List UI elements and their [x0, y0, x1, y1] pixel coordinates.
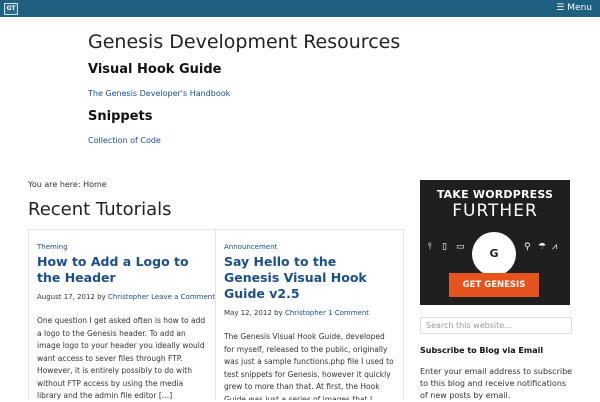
post-date: August 17, 2012 [37, 293, 95, 301]
resource-heading-hook-guide: Visual Hook Guide [88, 62, 222, 77]
site-logo[interactable]: GT [4, 3, 18, 15]
post-excerpt: The Genesis Visual Hook Guide, developed… [224, 332, 394, 400]
post-comments-link[interactable]: 1 Comment [328, 309, 369, 317]
promo-headline: TAKE WORDPRESS [436, 188, 554, 201]
post-by: by [97, 293, 106, 301]
promo-icon-row: ⫯ ▯ ▭ G ⚲ ☂ ⩘ [420, 232, 570, 276]
link-developers-handbook[interactable]: The Genesis Developer's Handbook [88, 89, 230, 98]
post-meta: August 17, 2012 by Christopher Leave a C… [37, 293, 215, 301]
mobile-icon: ▯ [442, 242, 447, 252]
top-bar: GT ☰ Menu [0, 0, 600, 17]
parachute-icon: ☂ [538, 242, 547, 252]
thermometer-icon: ⫯ [428, 242, 432, 252]
chart-icon: ⩘ [552, 242, 558, 252]
pin-icon: ⚲ [524, 242, 531, 252]
search-input[interactable] [420, 317, 572, 334]
post-author-link[interactable]: Christopher [108, 293, 149, 301]
post-excerpt: One question I get asked often is how to… [37, 316, 206, 400]
post-card: Announcement Say Hello to the Genesis Vi… [216, 229, 404, 400]
promo-subheadline: FURTHER [452, 201, 538, 221]
menu-label: Menu [567, 3, 592, 13]
post-card: Theming How to Add a Logo to the Header … [28, 229, 216, 400]
get-genesis-button[interactable]: GET GENESIS [449, 273, 539, 297]
breadcrumb-label: You are here: [28, 180, 81, 189]
section-title: Recent Tutorials [28, 199, 172, 220]
breadcrumb: You are here: Home [28, 180, 107, 189]
post-category-link[interactable]: Announcement [224, 243, 395, 251]
genesis-promo-banner[interactable]: TAKE WORDPRESS FURTHER ⫯ ▯ ▭ G ⚲ ☂ ⩘ GET… [420, 180, 570, 305]
post-author-link[interactable]: Christopher [285, 309, 326, 317]
hamburger-icon: ☰ [556, 3, 565, 13]
breadcrumb-current: Home [83, 180, 107, 189]
post-title-link[interactable]: Say Hello to the Genesis Visual Hook Gui… [224, 254, 395, 302]
post-date: May 12, 2012 [224, 309, 272, 317]
link-collection-of-code[interactable]: Collection of Code [88, 136, 161, 145]
post-meta: May 12, 2012 by Christopher 1 Comment [224, 309, 395, 317]
tablet-icon: ▭ [456, 242, 465, 252]
resource-heading-snippets: Snippets [88, 109, 153, 124]
post-category-link[interactable]: Theming [37, 243, 207, 251]
site-title: Genesis Development Resources [88, 31, 401, 53]
subscribe-heading: Subscribe to Blog via Email [420, 346, 544, 355]
genesis-logo-circle: G [472, 232, 516, 276]
subscribe-text: Enter your email address to subscribe to… [420, 367, 573, 400]
post-by: by [274, 309, 283, 317]
post-comments-link[interactable]: Leave a Comment [151, 293, 215, 301]
post-title-link[interactable]: How to Add a Logo to the Header [37, 254, 207, 286]
menu-button[interactable]: ☰ Menu [556, 2, 592, 15]
